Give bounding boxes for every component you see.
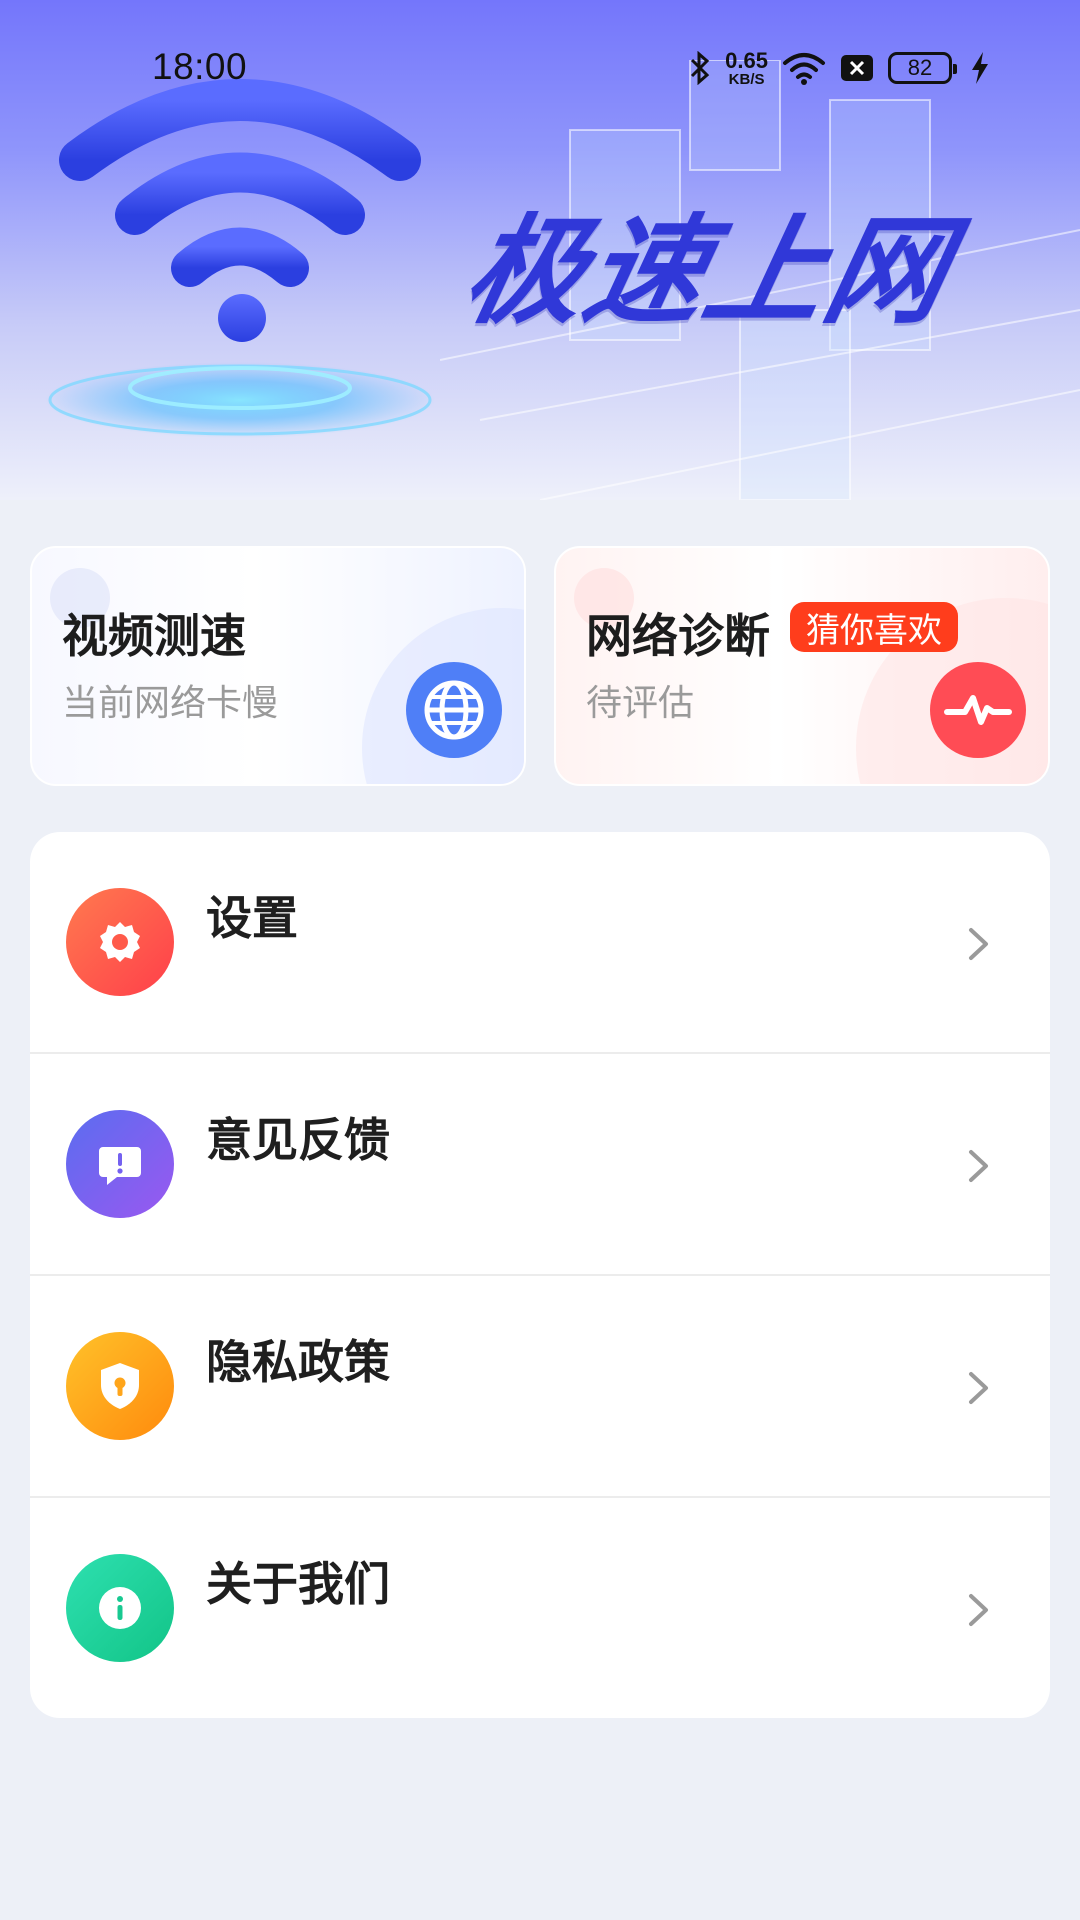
card-title: 视频测速 bbox=[62, 609, 246, 663]
chevron-right-icon bbox=[969, 1372, 988, 1404]
network-speed-unit: KB/S bbox=[728, 70, 765, 88]
charging-icon bbox=[970, 51, 990, 85]
menu-label: 意见反馈 bbox=[206, 1113, 390, 1167]
bluetooth-icon bbox=[689, 51, 711, 85]
menu-label: 设置 bbox=[206, 891, 298, 945]
info-icon bbox=[66, 1554, 174, 1662]
status-bar: 18:00 0.65 KB/S 82 bbox=[0, 0, 1080, 140]
status-icons: 0.65 KB/S 82 bbox=[689, 48, 990, 88]
card-subtitle: 当前网络卡慢 bbox=[62, 683, 279, 724]
menu-item-about[interactable]: 关于我们 bbox=[30, 1498, 1050, 1718]
battery-icon: 82 bbox=[888, 52, 957, 84]
network-diagnosis-card[interactable]: 网络诊断 猜你喜欢 待评估 bbox=[554, 546, 1050, 786]
hero-title: 极速上网 bbox=[453, 202, 963, 340]
menu-item-privacy[interactable]: 隐私政策 bbox=[30, 1276, 1050, 1498]
video-speedtest-card[interactable]: 视频测速 当前网络卡慢 bbox=[30, 546, 526, 786]
pulse-icon bbox=[930, 662, 1026, 758]
card-subtitle: 待评估 bbox=[586, 683, 695, 724]
feedback-icon bbox=[66, 1110, 174, 1218]
menu-item-settings[interactable]: 设置 bbox=[30, 832, 1050, 1054]
menu-item-feedback[interactable]: 意见反馈 bbox=[30, 1054, 1050, 1276]
chevron-right-icon bbox=[969, 1594, 988, 1626]
shield-icon bbox=[66, 1332, 174, 1440]
menu-label: 关于我们 bbox=[206, 1557, 390, 1611]
battery-level: 82 bbox=[907, 55, 933, 80]
globe-icon bbox=[406, 662, 502, 758]
status-time: 18:00 bbox=[152, 46, 248, 87]
recommend-badge: 猜你喜欢 bbox=[790, 602, 958, 652]
chevron-right-icon bbox=[969, 928, 988, 960]
network-speed: 0.65 KB/S bbox=[725, 47, 768, 88]
wifi-icon bbox=[782, 51, 826, 85]
menu-label: 隐私政策 bbox=[206, 1335, 390, 1389]
network-speed-value: 0.65 bbox=[725, 47, 768, 73]
card-title: 网络诊断 bbox=[586, 609, 770, 663]
close-badge-icon bbox=[840, 54, 874, 82]
gear-icon bbox=[66, 888, 174, 996]
settings-menu: 设置 意见反馈 隐私政策 关于我们 bbox=[30, 832, 1050, 1718]
chevron-right-icon bbox=[969, 1150, 988, 1182]
